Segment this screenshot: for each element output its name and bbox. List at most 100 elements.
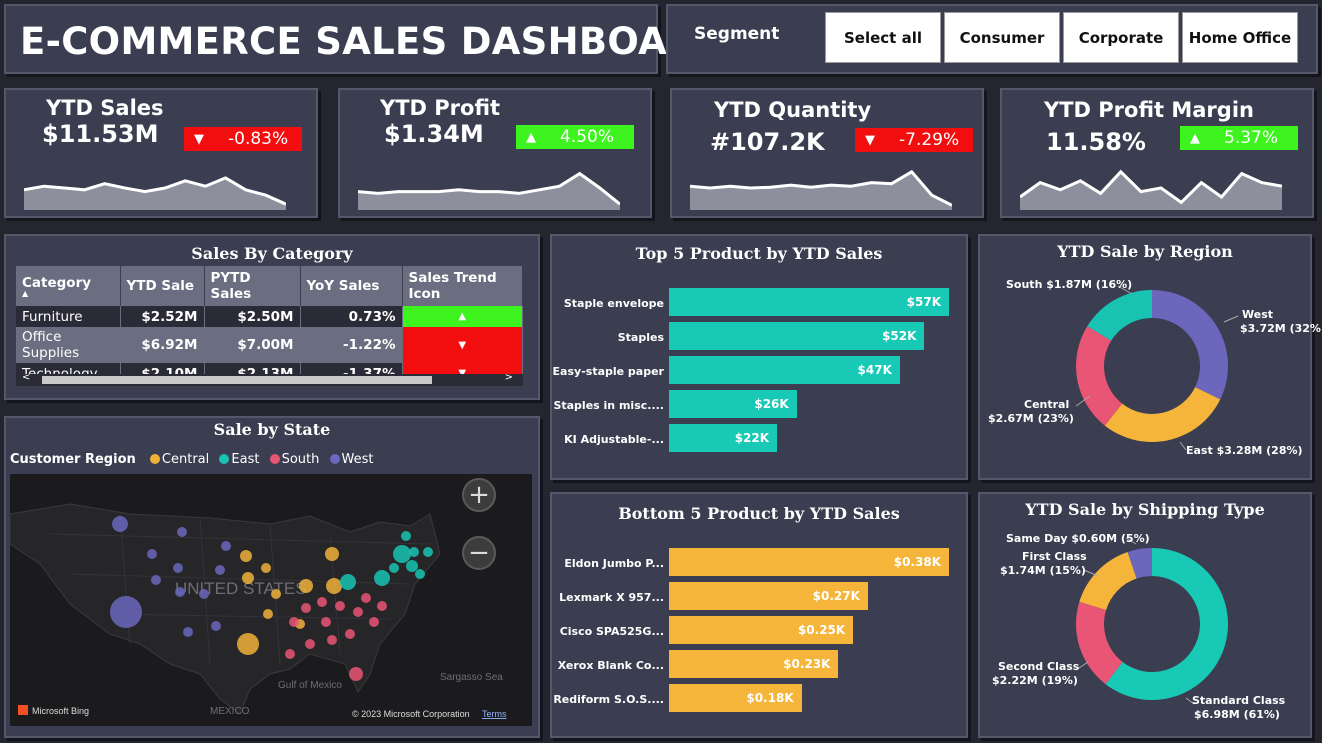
map-bubble[interactable] — [221, 541, 231, 551]
map-bubble[interactable] — [345, 629, 355, 639]
bar-category-label: Cisco SPA525G... — [559, 625, 664, 638]
map-bubble[interactable] — [340, 574, 356, 590]
map-bubble[interactable] — [211, 621, 221, 631]
map-bubble[interactable] — [317, 597, 327, 607]
column-header-yoy-sales[interactable]: YoY Sales — [300, 266, 403, 306]
map-bubble[interactable] — [199, 589, 209, 599]
sparkline-area — [690, 171, 952, 210]
segment-corporate-button[interactable]: Corporate — [1063, 12, 1179, 63]
map-bubble[interactable] — [369, 617, 379, 627]
bottom5-labels: Eldon Jumbo P... Lexmark X 957... Cisco … — [552, 548, 664, 728]
cell-pytd: $7.00M — [204, 327, 301, 363]
map-bubble[interactable] — [327, 635, 337, 645]
top5-bar[interactable]: $52K — [669, 322, 925, 350]
bar-category-label: Staples — [617, 331, 664, 344]
map-bubble[interactable] — [240, 550, 252, 562]
donut-label-standard-class-value: $6.98M (61%) — [1194, 708, 1280, 721]
map-bubble[interactable] — [237, 633, 259, 655]
bottom5-bar[interactable]: $0.27K — [669, 582, 868, 610]
map-bubble[interactable] — [349, 667, 363, 681]
map-bubble[interactable] — [110, 596, 142, 628]
map-bubble[interactable] — [242, 572, 254, 584]
bottom5-bar[interactable]: $0.18K — [669, 684, 802, 712]
trend-down-icon: ▼ — [402, 327, 523, 363]
legend-item-central[interactable]: Central — [162, 452, 209, 467]
map-bubble[interactable] — [361, 593, 371, 603]
table-row[interactable]: Office Supplies $6.92M $7.00M -1.22% ▼ — [16, 327, 523, 363]
kpi-change-badge: ▲ 4.50% — [516, 125, 634, 149]
map-bubble[interactable] — [263, 609, 273, 619]
map-bubble[interactable] — [301, 603, 311, 613]
column-header-ytd-sale[interactable]: YTD Sale — [120, 266, 205, 306]
segment-select-all-button[interactable]: Select all — [825, 12, 941, 63]
map-bubble[interactable] — [423, 547, 433, 557]
map-bubble[interactable] — [147, 549, 157, 559]
kpi-title: YTD Quantity — [714, 98, 872, 122]
bing-attribution: Microsoft Bing — [32, 706, 89, 716]
map-bubble[interactable] — [271, 589, 281, 599]
zoom-out-button[interactable]: − — [462, 536, 496, 570]
cell-category: Office Supplies — [16, 327, 121, 363]
scroll-right-icon[interactable]: > — [505, 372, 513, 383]
map-bubble[interactable] — [305, 639, 315, 649]
legend-item-south[interactable]: South — [282, 452, 320, 467]
map-bubble[interactable] — [415, 569, 425, 579]
map-bubble[interactable] — [374, 570, 390, 586]
legend-item-east[interactable]: East — [231, 452, 259, 467]
map-bubble[interactable] — [409, 547, 419, 557]
cell-yoy: -1.22% — [300, 327, 403, 363]
map-bubble[interactable] — [325, 547, 339, 561]
scroll-thumb[interactable] — [42, 376, 432, 384]
map-bubble[interactable] — [151, 575, 161, 585]
map-bubble[interactable] — [299, 579, 313, 593]
segment-label: Segment — [694, 24, 780, 44]
map-bubble[interactable] — [261, 563, 271, 573]
map-bubble[interactable] — [173, 563, 183, 573]
map-bubble[interactable] — [112, 516, 128, 532]
map-bubble[interactable] — [177, 527, 187, 537]
scroll-left-icon[interactable]: < — [22, 372, 30, 383]
segment-consumer-button[interactable]: Consumer — [944, 12, 1060, 63]
map-bubble[interactable] — [183, 627, 193, 637]
top5-bar[interactable]: $22K — [669, 424, 778, 452]
gulf-label: Gulf of Mexico — [278, 680, 342, 691]
segment-home-office-button[interactable]: Home Office — [1182, 12, 1298, 63]
map-bubble[interactable] — [406, 560, 418, 572]
legend-dot-west — [329, 454, 340, 464]
map-bubble[interactable] — [289, 617, 299, 627]
map-bubble[interactable] — [353, 607, 363, 617]
cell-ytd: $2.52M — [120, 306, 205, 327]
country-label: UNITED STATES — [175, 579, 307, 598]
column-header-sales-trend-icon[interactable]: Sales Trend Icon — [402, 266, 523, 306]
map-bubble[interactable] — [389, 563, 399, 573]
map-bubble[interactable] — [377, 601, 387, 611]
top5-bar[interactable]: $47K — [669, 356, 900, 384]
map-bubble[interactable] — [175, 587, 185, 597]
legend-item-west[interactable]: West — [342, 452, 374, 467]
table-row[interactable]: Furniture $2.52M $2.50M 0.73% ▲ — [16, 306, 523, 327]
legend-dot-central — [149, 454, 160, 464]
map-bubble[interactable] — [321, 617, 331, 627]
top5-bar[interactable]: $57K — [669, 288, 949, 316]
horizontal-scrollbar[interactable]: < > — [16, 372, 523, 386]
column-header-category[interactable]: Category ▲ — [16, 266, 121, 306]
us-map[interactable]: UNITED STATES Gulf of Mexico MEXICO Sarg… — [10, 474, 532, 726]
kpi-sparkline — [1020, 169, 1282, 210]
donut-label-central-name: Central — [1024, 398, 1070, 411]
bottom5-bar[interactable]: $0.25K — [669, 616, 854, 644]
top5-bar[interactable]: $26K — [669, 390, 797, 418]
sales-by-category-panel: Sales By Category Category ▲ YTD Sale PYT… — [4, 234, 540, 400]
map-bubble[interactable] — [285, 649, 295, 659]
zoom-in-button[interactable]: + — [462, 478, 496, 512]
map-bubble[interactable] — [401, 531, 411, 541]
column-header-pytd-sales[interactable]: PYTD Sales — [204, 266, 301, 306]
bottom5-bar[interactable]: $0.23K — [669, 650, 839, 678]
map-bubble[interactable] — [326, 578, 342, 594]
map-bubble[interactable] — [393, 545, 411, 563]
terms-link[interactable]: Terms — [482, 709, 507, 719]
bottom5-bars: $0.38K $0.27K $0.25K $0.23K $0.18K — [669, 548, 951, 728]
cell-pytd: $2.50M — [204, 306, 301, 327]
map-bubble[interactable] — [215, 565, 225, 575]
bottom5-bar[interactable]: $0.38K — [669, 548, 949, 576]
map-bubble[interactable] — [335, 601, 345, 611]
